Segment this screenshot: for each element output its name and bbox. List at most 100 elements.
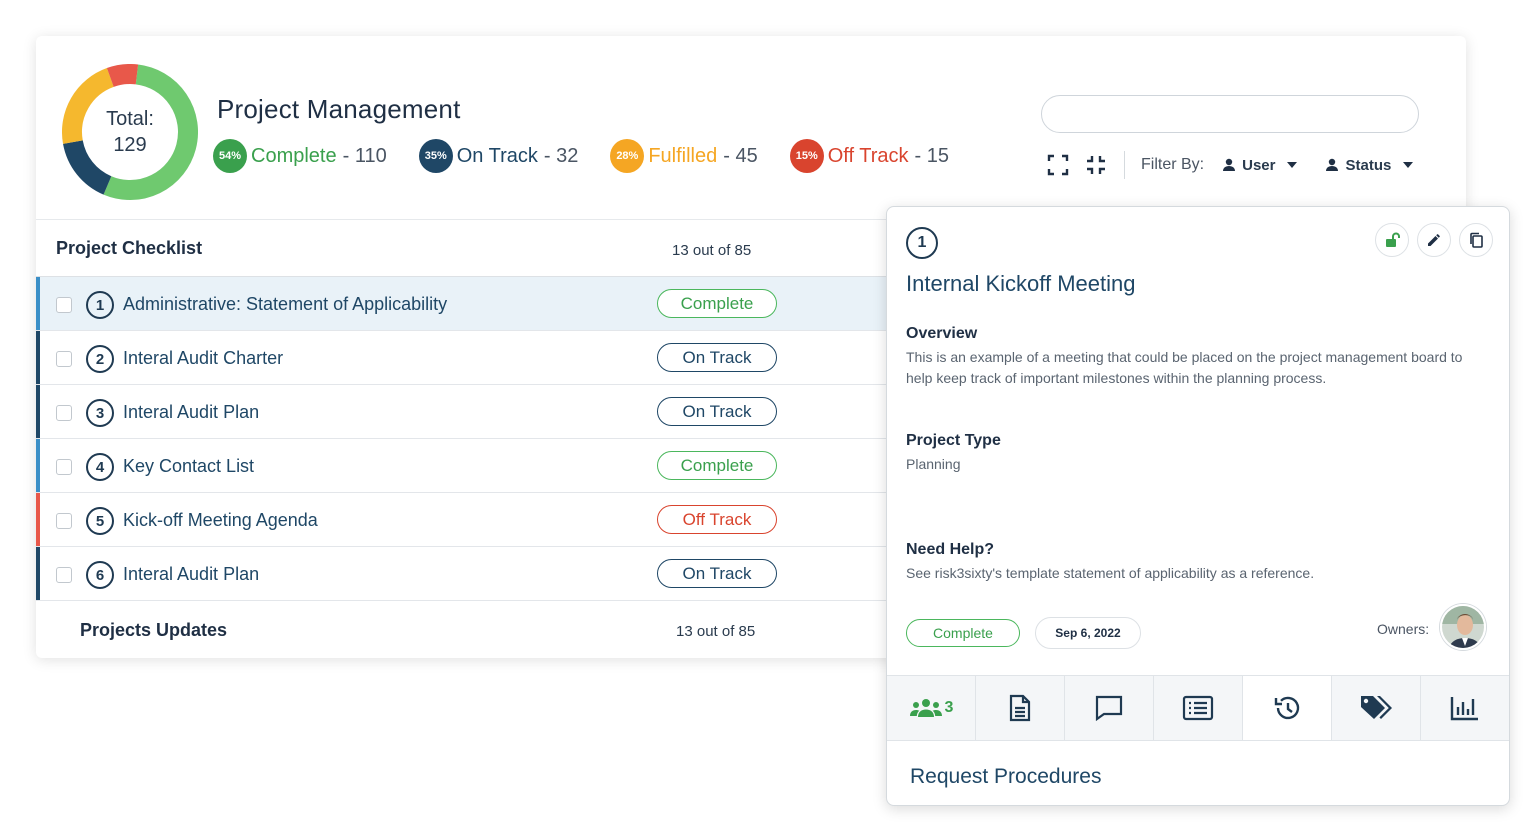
- collapse-icon[interactable]: [1084, 153, 1108, 177]
- row-checkbox[interactable]: [56, 405, 72, 421]
- row-name[interactable]: Interal Audit Charter: [123, 348, 283, 369]
- row-accent: [36, 493, 40, 546]
- project-type-text: Planning: [906, 456, 961, 472]
- filter-user-dropdown[interactable]: User: [1222, 157, 1303, 174]
- detail-status-badge[interactable]: Complete: [906, 619, 1020, 647]
- caret-down-icon: [1287, 162, 1298, 168]
- tab-history[interactable]: [1243, 676, 1332, 740]
- team-count: 3: [944, 699, 954, 716]
- user-icon: [1326, 158, 1339, 171]
- row-accent: [36, 331, 40, 384]
- filter-status-label: Status: [1345, 156, 1392, 174]
- row-accent: [36, 277, 40, 330]
- detail-actions: [1367, 223, 1493, 257]
- comment-icon: [1095, 695, 1123, 721]
- row-number: 2: [86, 345, 114, 373]
- row-number: 6: [86, 561, 114, 589]
- filter-user-label: User: [1242, 156, 1276, 174]
- status-badge[interactable]: Complete: [657, 451, 777, 480]
- total-value: 129: [113, 133, 147, 156]
- tags-icon: [1361, 696, 1392, 719]
- stat-label: Complete: [251, 144, 337, 167]
- filter-label: Filter By:: [1141, 156, 1205, 173]
- status-badge[interactable]: On Track: [657, 397, 777, 426]
- avatar[interactable]: [1440, 604, 1486, 650]
- project-type-section: Project Type Planning: [906, 432, 1486, 475]
- stat-label: Fulfilled: [648, 144, 718, 167]
- owners-label: Owners:: [1377, 621, 1430, 637]
- stat-off-track[interactable]: 15% Off Track - 15: [789, 139, 949, 173]
- list-icon: [1182, 695, 1214, 721]
- checklist-title: Project Checklist: [56, 238, 203, 258]
- chart-icon: [1450, 697, 1478, 721]
- caret-down-icon: [1403, 162, 1414, 168]
- row-accent: [36, 547, 40, 600]
- detail-date-badge[interactable]: Sep 6, 2022: [1035, 617, 1141, 649]
- stat-count: - 15: [914, 144, 949, 167]
- tab-list[interactable]: [1154, 676, 1243, 740]
- detail-title: Internal Kickoff Meeting: [906, 271, 1136, 296]
- status-badge[interactable]: Complete: [657, 289, 777, 318]
- tab-comments[interactable]: [1065, 676, 1154, 740]
- help-heading: Need Help?: [906, 541, 995, 558]
- updates-title: Projects Updates: [80, 620, 228, 640]
- status-badge[interactable]: Off Track: [657, 505, 777, 534]
- row-name[interactable]: Interal Audit Plan: [123, 564, 259, 585]
- row-number: 3: [86, 399, 114, 427]
- row-number: 4: [86, 453, 114, 481]
- stage: Total: 129 Project Management 54% Comple…: [0, 0, 1536, 833]
- toolbar-divider: [1124, 151, 1125, 179]
- stat-pct: 28%: [610, 139, 645, 173]
- row-checkbox[interactable]: [56, 567, 72, 583]
- page-title: Project Management: [217, 94, 461, 124]
- row-name[interactable]: Interal Audit Plan: [123, 402, 259, 423]
- document-icon: [1009, 694, 1031, 722]
- edit-button[interactable]: [1417, 223, 1451, 257]
- team-icon: [909, 699, 942, 717]
- history-icon: [1274, 696, 1300, 720]
- request-procedures-link[interactable]: Request Procedures: [910, 765, 1101, 789]
- row-accent: [36, 439, 40, 492]
- row-number: 5: [86, 507, 114, 535]
- status-badge[interactable]: On Track: [657, 343, 777, 372]
- project-type-heading: Project Type: [906, 432, 1001, 449]
- expand-icon[interactable]: [1046, 153, 1070, 177]
- search-input[interactable]: [1041, 95, 1419, 133]
- total-label: Total:: [106, 107, 154, 130]
- stat-count: - 110: [342, 144, 387, 167]
- row-number: 1: [86, 291, 114, 319]
- stat-count: - 45: [723, 144, 758, 167]
- unlock-button[interactable]: [1375, 223, 1409, 257]
- header: Total: 129 Project Management 54% Comple…: [36, 36, 1466, 219]
- tab-analytics[interactable]: [1421, 676, 1509, 740]
- row-name[interactable]: Kick-off Meeting Agenda: [123, 510, 318, 531]
- tab-tags[interactable]: [1332, 676, 1421, 740]
- stat-label: Off Track: [827, 144, 909, 167]
- avatar-image: [1442, 606, 1484, 648]
- stat-fulfilled[interactable]: 28% Fulfilled - 45: [610, 139, 758, 173]
- copy-icon: [1470, 232, 1483, 248]
- stat-pct: 15%: [789, 139, 824, 173]
- tab-team[interactable]: 3: [887, 676, 976, 740]
- stat-label: On Track: [456, 144, 538, 167]
- unlock-icon: [1386, 232, 1400, 247]
- filter-status-dropdown[interactable]: Status: [1325, 157, 1419, 174]
- tab-documents[interactable]: [976, 676, 1065, 740]
- row-name[interactable]: Key Contact List: [123, 456, 254, 477]
- user-icon: [1223, 158, 1236, 171]
- status-badge[interactable]: On Track: [657, 559, 777, 588]
- help-text: See risk3sixty's template statement of a…: [906, 565, 1315, 581]
- status-summary: 54% Complete - 110 35% On Track - 32 28%…: [213, 139, 981, 173]
- overview-heading: Overview: [906, 325, 978, 342]
- row-name[interactable]: Administrative: Statement of Applicabili…: [123, 294, 447, 315]
- row-checkbox[interactable]: [56, 297, 72, 313]
- stat-complete[interactable]: 54% Complete - 110: [213, 139, 387, 173]
- detail-tabs: 3: [887, 675, 1509, 741]
- stat-on-track[interactable]: 35% On Track - 32: [418, 139, 579, 173]
- copy-button[interactable]: [1459, 223, 1493, 257]
- detail-number: 1: [906, 227, 938, 259]
- row-checkbox[interactable]: [56, 513, 72, 529]
- stat-count: - 32: [543, 144, 579, 167]
- row-checkbox[interactable]: [56, 459, 72, 475]
- row-checkbox[interactable]: [56, 351, 72, 367]
